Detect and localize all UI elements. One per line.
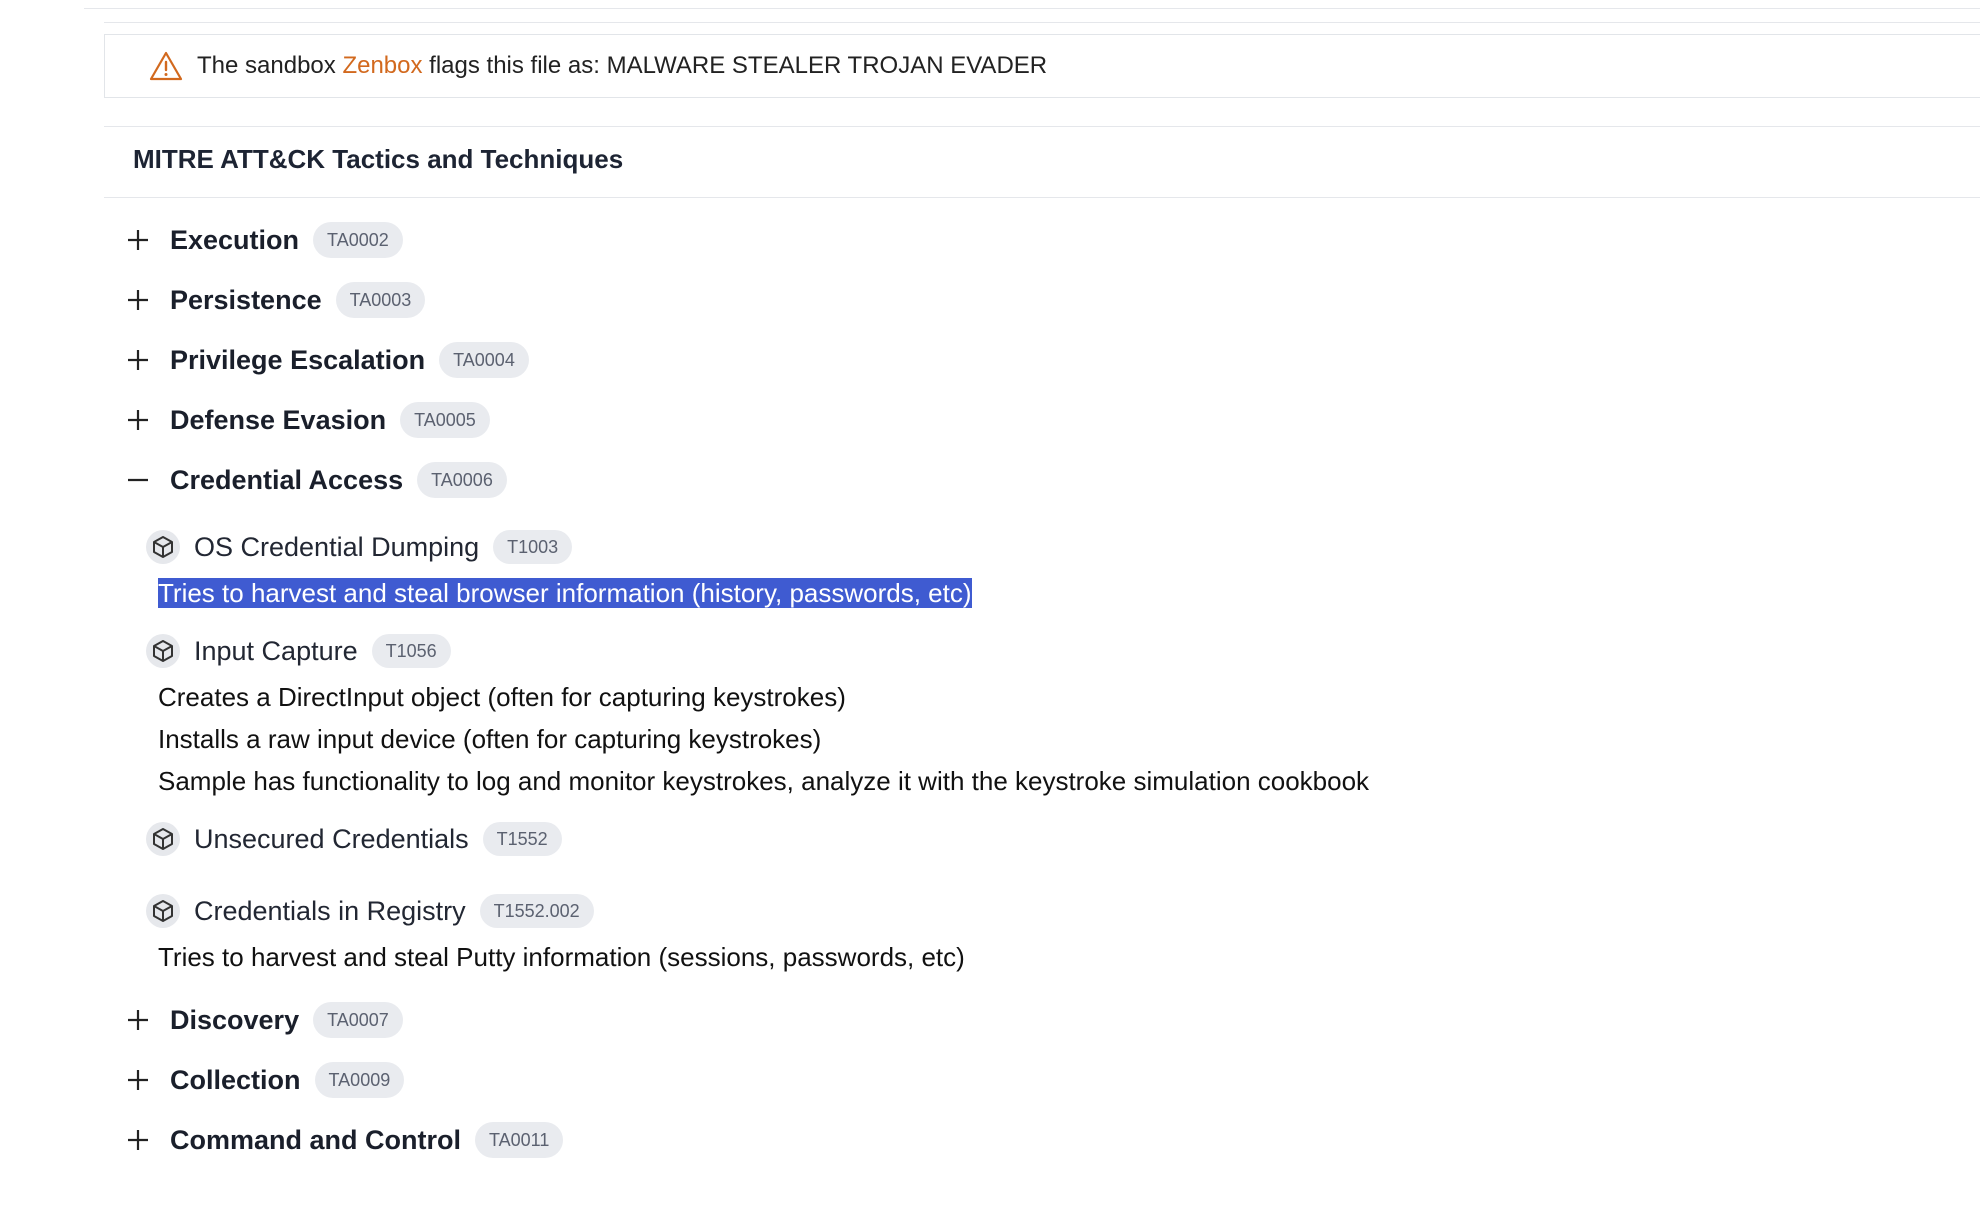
expand-plus-icon[interactable] bbox=[120, 1002, 156, 1038]
technique-descriptions bbox=[158, 864, 1920, 874]
expand-plus-icon[interactable] bbox=[120, 1122, 156, 1158]
tactic-id-badge: TA0002 bbox=[313, 222, 403, 258]
technique-row[interactable]: OS Credential Dumping T1003 bbox=[146, 522, 1920, 572]
top-divider bbox=[84, 8, 1980, 9]
tactic-name[interactable]: Credential Access bbox=[170, 465, 403, 496]
sandbox-name-link[interactable]: Zenbox bbox=[342, 52, 422, 80]
tactic-name[interactable]: Discovery bbox=[170, 1005, 299, 1036]
technique-row[interactable]: Input Capture T1056 bbox=[146, 626, 1920, 676]
technique-name[interactable]: Input Capture bbox=[194, 636, 358, 667]
technique-list: OS Credential Dumping T1003 Tries to harve… bbox=[146, 522, 1920, 978]
tactic-row[interactable]: Execution TA0002 bbox=[120, 210, 1920, 270]
technique-descriptions: Creates a DirectInput object (often for … bbox=[158, 676, 1920, 802]
tactic-row[interactable]: Persistence TA0003 bbox=[120, 270, 1920, 330]
technique-id-badge: T1056 bbox=[371, 634, 451, 668]
tactic-name[interactable]: Execution bbox=[170, 225, 299, 256]
sandbox-prefix-text: The sandbox bbox=[197, 52, 343, 79]
page: The sandbox Zenbox flags this file as: M… bbox=[0, 0, 1980, 1205]
technique-name[interactable]: Credentials in Registry bbox=[194, 896, 466, 927]
top-divider-secondary bbox=[104, 22, 1980, 23]
cube-icon bbox=[146, 822, 180, 856]
technique-descriptions: Tries to harvest and steal Putty informa… bbox=[158, 936, 1920, 978]
tactic-row[interactable]: Privilege Escalation TA0004 bbox=[120, 330, 1920, 390]
description-text: Installs a raw input device (often for c… bbox=[158, 724, 822, 754]
expand-plus-icon[interactable] bbox=[120, 282, 156, 318]
description-text: Tries to harvest and steal Putty informa… bbox=[158, 942, 965, 972]
tactic-name[interactable]: Defense Evasion bbox=[170, 405, 386, 436]
tactic-id-badge: TA0004 bbox=[439, 342, 529, 378]
section-divider bbox=[104, 126, 1980, 127]
expand-plus-icon[interactable] bbox=[120, 1062, 156, 1098]
warning-triangle-icon bbox=[149, 51, 183, 81]
cube-icon bbox=[146, 530, 180, 564]
tactic-id-badge: TA0005 bbox=[400, 402, 490, 438]
cube-icon bbox=[146, 894, 180, 928]
tactic-name[interactable]: Collection bbox=[170, 1065, 301, 1096]
technique-row[interactable]: Credentials in Registry T1552.002 bbox=[146, 886, 1920, 936]
technique-description: Tries to harvest and steal Putty informa… bbox=[158, 936, 1920, 978]
description-text: Sample has functionality to log and moni… bbox=[158, 766, 1370, 796]
technique-id-badge: T1552 bbox=[482, 822, 562, 856]
selected-description-text: Tries to harvest and steal browser infor… bbox=[158, 572, 1920, 614]
technique-description: Installs a raw input device (often for c… bbox=[158, 718, 1920, 760]
tactic-id-badge: TA0007 bbox=[313, 1002, 403, 1038]
section-header-divider bbox=[104, 197, 1980, 198]
technique-description: Sample has functionality to log and moni… bbox=[158, 760, 1920, 802]
tactic-id-badge: TA0006 bbox=[417, 462, 507, 498]
technique-id-badge: T1552.002 bbox=[479, 894, 594, 928]
tactic-row[interactable]: Credential Access TA0006 bbox=[120, 450, 1920, 510]
sandbox-verdict-text: flags this file as: MALWARE STEALER TROJ… bbox=[422, 52, 1048, 79]
collapse-minus-icon[interactable] bbox=[120, 462, 156, 498]
tactic-row[interactable]: Command and Control TA0011 bbox=[120, 1110, 1920, 1170]
tactic-name[interactable]: Persistence bbox=[170, 285, 322, 316]
expand-plus-icon[interactable] bbox=[120, 402, 156, 438]
technique-row[interactable]: Unsecured Credentials T1552 bbox=[146, 814, 1920, 864]
section-title: MITRE ATT&CK Tactics and Techniques bbox=[133, 144, 624, 174]
tactic-id-badge: TA0011 bbox=[475, 1122, 564, 1158]
technique-name[interactable]: OS Credential Dumping bbox=[194, 532, 479, 563]
tactic-name[interactable]: Privilege Escalation bbox=[170, 345, 425, 376]
cube-icon bbox=[146, 634, 180, 668]
technique-description: Creates a DirectInput object (often for … bbox=[158, 676, 1920, 718]
technique-name[interactable]: Unsecured Credentials bbox=[194, 824, 469, 855]
tactic-id-badge: TA0009 bbox=[314, 1062, 405, 1098]
technique-id-badge: T1003 bbox=[493, 530, 573, 564]
tactic-row[interactable]: Collection TA0009 bbox=[120, 1050, 1920, 1110]
tactic-name[interactable]: Command and Control bbox=[170, 1125, 461, 1156]
technique-descriptions: Tries to harvest and steal browser infor… bbox=[158, 572, 1920, 614]
tactic-id-badge: TA0003 bbox=[335, 282, 426, 318]
tactics-list: Execution TA0002 Persistence TA0003 Privileg… bbox=[120, 210, 1920, 1170]
description-text: Creates a DirectInput object (often for … bbox=[158, 682, 846, 712]
description-text: Tries to harvest and steal browser infor… bbox=[158, 578, 972, 608]
tactic-row[interactable]: Discovery TA0007 bbox=[120, 990, 1920, 1050]
expand-plus-icon[interactable] bbox=[120, 342, 156, 378]
expand-plus-icon[interactable] bbox=[120, 222, 156, 258]
tactic-row[interactable]: Defense Evasion TA0005 bbox=[120, 390, 1920, 450]
sandbox-verdict-panel: The sandbox Zenbox flags this file as: M… bbox=[104, 34, 1980, 98]
